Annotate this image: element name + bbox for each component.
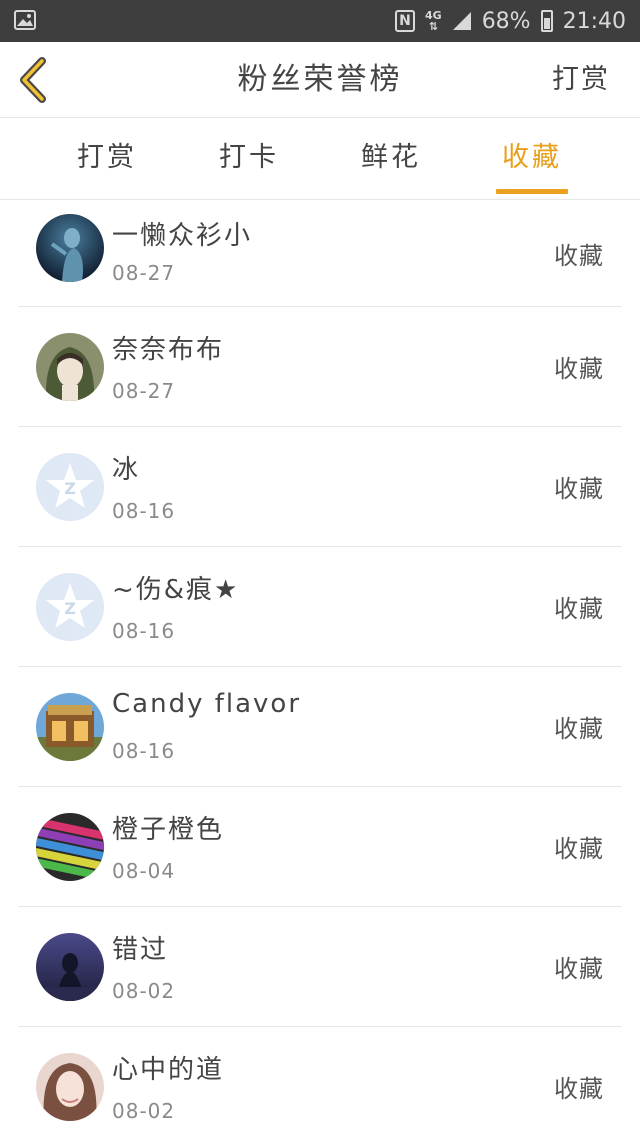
- list-item[interactable]: 一懒众衫小 08-27 收藏: [18, 201, 622, 307]
- avatar: [36, 1052, 104, 1121]
- date: 08-27: [112, 379, 176, 403]
- list-item[interactable]: 橙子橙色 08-04 收藏: [18, 787, 622, 907]
- default-avatar-icon: Z: [36, 452, 104, 521]
- tab-label: 鲜花: [361, 142, 421, 173]
- list-item[interactable]: 心中的道 08-02 收藏: [18, 1027, 622, 1138]
- default-avatar-icon: Z: [36, 572, 104, 641]
- date: 08-04: [112, 859, 176, 883]
- tip-button[interactable]: 打赏: [552, 42, 610, 118]
- user-name: 冰: [112, 455, 141, 485]
- action-label: 收藏: [554, 1075, 604, 1103]
- user-name: 心中的道: [112, 1055, 225, 1085]
- 4g-icon: 4G ⇅: [425, 9, 442, 33]
- date: 08-02: [112, 1099, 176, 1123]
- avatar: [36, 932, 104, 1001]
- tab-bar: 打赏 打卡 鲜花 收藏: [0, 118, 640, 200]
- action-label: 收藏: [554, 355, 604, 383]
- battery-icon: [540, 10, 553, 32]
- tab-label: 收藏: [502, 142, 562, 173]
- list-item[interactable]: Z ~伤&痕★ 08-16 收藏: [18, 547, 622, 667]
- list-item[interactable]: Z 冰 08-16 收藏: [18, 427, 622, 547]
- date: 08-16: [112, 619, 176, 643]
- battery-level: 68%: [481, 8, 531, 34]
- active-tab-indicator: [496, 189, 568, 194]
- user-name: 橙子橙色: [112, 815, 225, 845]
- nfc-icon: N: [395, 10, 415, 32]
- tab-label: 打卡: [219, 142, 279, 173]
- tab-checkin[interactable]: 打卡: [210, 118, 288, 200]
- date: 08-02: [112, 979, 176, 1003]
- user-name: 奈奈布布: [112, 335, 225, 365]
- user-name: 一懒众衫小: [112, 221, 253, 251]
- list-item[interactable]: 奈奈布布 08-27 收藏: [18, 307, 622, 427]
- action-label: 收藏: [554, 835, 604, 863]
- page-title: 粉丝荣誉榜: [237, 62, 403, 97]
- status-bar: N 4G ⇅ 68% 21:40: [0, 0, 640, 42]
- tab-label: 打赏: [77, 142, 137, 173]
- clock: 21:40: [562, 8, 626, 34]
- list-item[interactable]: Candy flavor 08-16 收藏: [18, 667, 622, 787]
- avatar: [36, 332, 104, 401]
- fan-list: 一懒众衫小 08-27 收藏 奈奈布布 08-27 收藏 Z 冰 08-16 收…: [0, 201, 640, 1138]
- svg-text:Z: Z: [64, 479, 76, 498]
- user-name: ~伤&痕★: [112, 575, 240, 605]
- avatar: [36, 213, 104, 282]
- date: 08-16: [112, 499, 176, 523]
- action-label: 收藏: [554, 475, 604, 503]
- action-label: 收藏: [554, 595, 604, 623]
- action-label: 收藏: [554, 715, 604, 743]
- action-label: 收藏: [554, 955, 604, 983]
- avatar: [36, 692, 104, 761]
- date: 08-16: [112, 739, 176, 763]
- user-name: Candy flavor: [112, 689, 302, 719]
- svg-text:Z: Z: [64, 599, 76, 618]
- signal-icon: [452, 11, 472, 31]
- tab-favorites[interactable]: 收藏: [496, 118, 568, 200]
- action-label: 收藏: [554, 242, 604, 270]
- user-name: 错过: [112, 935, 169, 965]
- tab-tip[interactable]: 打赏: [68, 118, 146, 200]
- avatar: [36, 812, 104, 881]
- date: 08-27: [112, 261, 176, 285]
- list-item[interactable]: 错过 08-02 收藏: [18, 907, 622, 1027]
- tab-flowers[interactable]: 鲜花: [352, 118, 430, 200]
- image-icon: [14, 10, 36, 30]
- app-header: 粉丝荣誉榜 打赏: [0, 42, 640, 118]
